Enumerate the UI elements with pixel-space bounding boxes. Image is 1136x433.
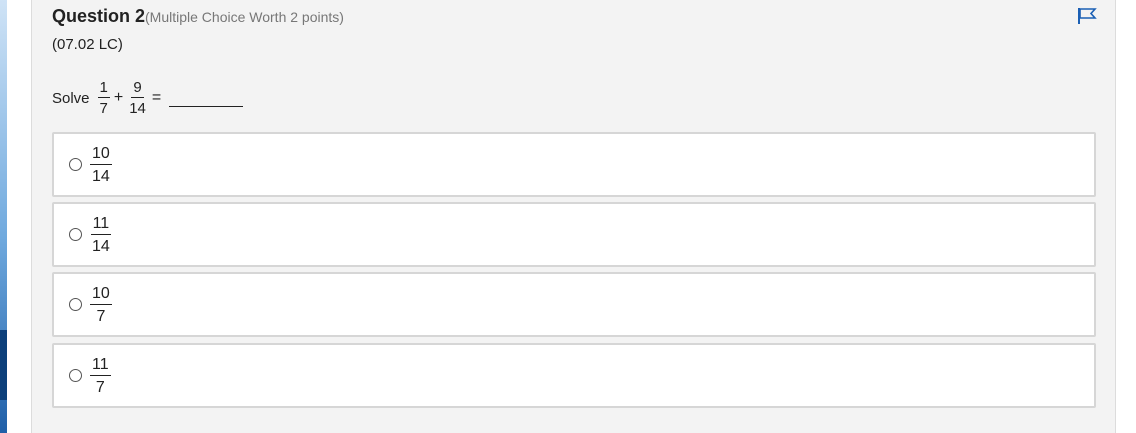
- answer-option-1[interactable]: 10 14: [52, 132, 1096, 197]
- flag-icon[interactable]: [1077, 7, 1097, 25]
- question-code: (07.02 LC): [52, 36, 123, 53]
- prompt-fraction-1: 1 7: [97, 79, 110, 117]
- background-edge: [0, 0, 7, 433]
- fraction-numerator: 1: [97, 79, 110, 98]
- answer-option-2[interactable]: 11 14: [52, 202, 1096, 267]
- equals-sign: =: [151, 89, 162, 106]
- fraction-denominator: 14: [92, 237, 110, 255]
- answer-blank: [169, 105, 244, 107]
- fraction-numerator: 11: [90, 214, 112, 235]
- prompt-lead: Solve: [52, 89, 90, 107]
- answer-option-3[interactable]: 10 7: [52, 272, 1096, 337]
- option-fraction: 10 14: [90, 144, 112, 186]
- question-panel: Question 2 (Multiple Choice Worth 2 poin…: [31, 0, 1116, 433]
- question-worth: (Multiple Choice Worth 2 points): [145, 9, 344, 25]
- fraction-numerator: 10: [90, 284, 112, 305]
- question-title: Question 2: [52, 6, 146, 26]
- fraction-denominator: 14: [129, 100, 146, 117]
- option-fraction: 11 14: [90, 214, 112, 256]
- radio-button[interactable]: [69, 369, 82, 382]
- radio-button[interactable]: [69, 298, 82, 311]
- fraction-numerator: 10: [90, 144, 112, 165]
- prompt-fraction-2: 9 14: [127, 79, 148, 117]
- answer-option-4[interactable]: 11 7: [52, 343, 1096, 408]
- option-fraction: 10 7: [90, 284, 112, 326]
- radio-button[interactable]: [69, 158, 82, 171]
- radio-button[interactable]: [69, 228, 82, 241]
- question-header: Question 2 (Multiple Choice Worth 2 poin…: [52, 6, 344, 27]
- fraction-denominator: 7: [96, 307, 106, 325]
- plus-operator: +: [113, 89, 124, 106]
- fraction-denominator: 7: [99, 100, 108, 117]
- fraction-denominator: 7: [95, 378, 105, 396]
- question-prompt: Solve 1 7 + 9 14 =: [52, 79, 244, 117]
- option-fraction: 11 7: [90, 355, 111, 397]
- fraction-numerator: 11: [90, 355, 111, 376]
- fraction-denominator: 14: [92, 167, 110, 185]
- fraction-numerator: 9: [131, 79, 144, 98]
